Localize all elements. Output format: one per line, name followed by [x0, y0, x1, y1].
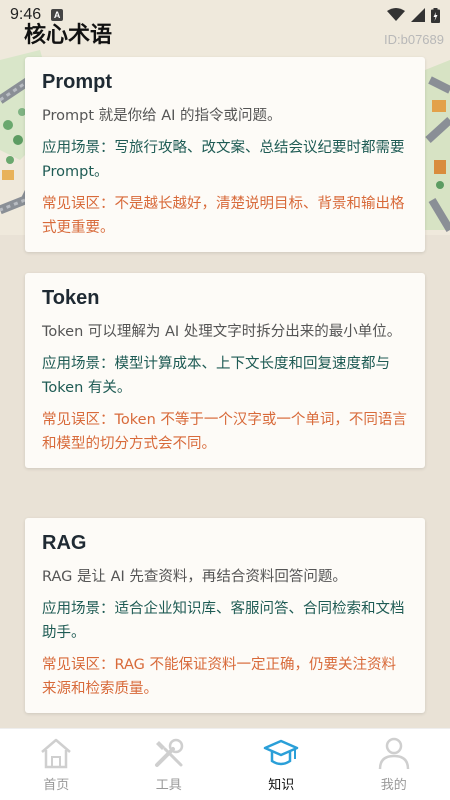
tab-home[interactable]: 首页 — [0, 729, 113, 800]
page-id-label: ID:b07689 — [384, 32, 444, 47]
tools-icon — [154, 738, 183, 767]
bottom-tab-bar: 首页 工具 知识 我的 — [0, 728, 450, 800]
tab-label: 我的 — [380, 778, 407, 793]
term-misconception: 常见误区：不是越长越好，清楚说明目标、背景和输出格式更重要。 — [42, 196, 405, 236]
tab-label: 知识 — [268, 778, 295, 793]
user-icon — [378, 737, 409, 770]
page-title: 核心术语 — [24, 23, 113, 48]
term-card-prompt: Prompt Prompt 就是你给 AI 的指令或问题。 应用场景：写旅行攻略… — [25, 57, 425, 252]
term-use-case: 应用场景：模型计算成本、上下文长度和回复速度都与 Token 有关。 — [42, 356, 390, 396]
term-misconception: 常见误区：RAG 不能保证资料一定正确，仍要关注资料来源和检索质量。 — [42, 657, 396, 697]
tab-tools[interactable]: 工具 — [113, 729, 226, 800]
term-definition: Token 可以理解为 AI 处理文字时拆分出来的最小单位。 — [42, 324, 402, 340]
term-use-case: 应用场景：写旅行攻略、改文案、总结会议纪要时都需要 Prompt。 — [42, 140, 405, 180]
term-title: Prompt — [42, 71, 112, 93]
term-card-rag: RAG RAG 是让 AI 先查资料，再结合资料回答问题。 应用场景：适合企业知… — [25, 518, 425, 713]
tab-label: 工具 — [155, 778, 182, 793]
term-use-case: 应用场景：适合企业知识库、客服问答、合同检索和文档助手。 — [42, 601, 405, 641]
tab-knowledge[interactable]: 知识 — [225, 729, 338, 800]
tab-profile[interactable]: 我的 — [338, 729, 450, 800]
term-definition: Prompt 就是你给 AI 的指令或问题。 — [42, 108, 282, 124]
term-card-token: Token Token 可以理解为 AI 处理文字时拆分出来的最小单位。 应用场… — [25, 273, 425, 468]
home-icon — [41, 738, 72, 769]
tab-label: 首页 — [43, 778, 70, 793]
term-title: Token — [42, 287, 100, 309]
term-misconception: 常见误区：Token 不等于一个汉字或一个单词，不同语言和模型的切分方式会不同。 — [42, 412, 407, 452]
page-header: 核心术语 ID:b07689 — [0, 15, 450, 51]
term-title: RAG — [42, 532, 87, 554]
graduation-cap-icon — [264, 739, 299, 766]
term-definition: RAG 是让 AI 先查资料，再结合资料回答问题。 — [42, 569, 347, 585]
